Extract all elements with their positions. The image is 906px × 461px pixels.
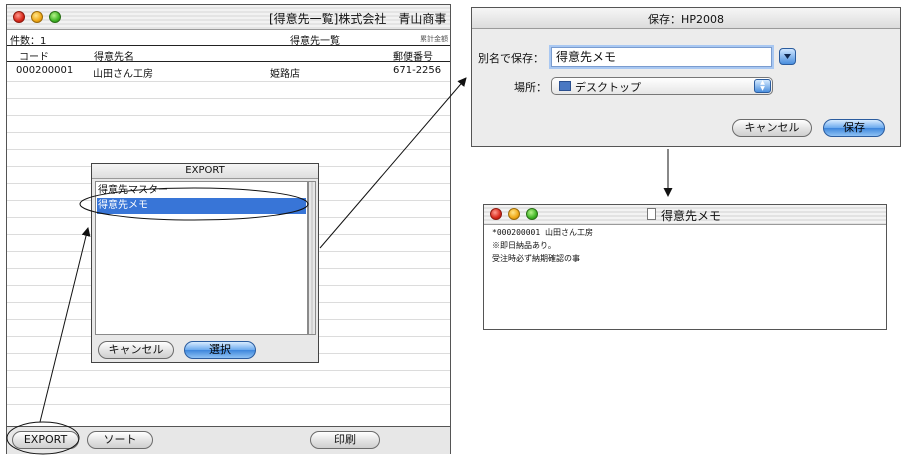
cancel-button[interactable]: キャンセル — [98, 341, 174, 359]
window-title: [得意先一覧]株式会社 青山商事 — [269, 12, 447, 26]
location-popup[interactable]: デスクトップ ▲ ▼ — [551, 77, 773, 95]
save-dialog: 保存：HP2008 別名で保存： 得意先メモ 場所： デスクトップ ▲ ▼ キャン… — [471, 7, 901, 147]
save-cancel-button[interactable]: キャンセル — [732, 119, 812, 137]
export-dialog-title: EXPORT — [92, 164, 318, 179]
memo-line: 受注時必ず納期確認の事 — [492, 254, 580, 263]
minimize-icon[interactable] — [508, 208, 520, 220]
close-icon[interactable] — [13, 11, 25, 23]
print-button[interactable]: 印刷 — [310, 431, 380, 449]
memo-line: ※即日納品あり。 — [492, 241, 556, 250]
zoom-icon[interactable] — [526, 208, 538, 220]
save-button[interactable]: 保存 — [823, 119, 885, 137]
close-icon[interactable] — [490, 208, 502, 220]
select-button[interactable]: 選択 — [184, 341, 256, 359]
main-titlebar[interactable]: [得意先一覧]株式会社 青山商事 — [7, 5, 450, 30]
row-name: 山田さん工房 — [93, 69, 153, 80]
memo-window: 得意先メモ *000200001 山田さん工房 ※即日納品あり。 受注時必ず納期… — [483, 204, 887, 330]
expand-button[interactable] — [779, 48, 796, 65]
bottom-button-bar: EXPORT ソート 印刷 — [7, 426, 450, 454]
memo-line: *000200001 山田さん工房 — [492, 228, 593, 237]
memo-titlebar[interactable]: 得意先メモ — [484, 205, 886, 225]
export-list-scrollbar[interactable] — [308, 181, 316, 335]
document-icon — [647, 208, 656, 220]
export-list[interactable]: 得意先マスター 得意先メモ — [95, 181, 308, 335]
row-code: 000200001 — [16, 65, 74, 76]
table-row[interactable]: 000200001 山田さん工房 姫路店 671-2256 — [7, 63, 450, 80]
list-item-memo-selected[interactable]: 得意先メモ — [97, 198, 306, 214]
save-dialog-titlebar: 保存：HP2008 — [472, 8, 900, 29]
corner-label: 累計金額 — [420, 35, 448, 43]
location-label: 場所： — [514, 81, 547, 94]
sort-button[interactable]: ソート — [87, 431, 153, 449]
list-item-master[interactable]: 得意先マスター — [98, 183, 305, 198]
export-dialog: EXPORT 得意先マスター 得意先メモ キャンセル 選択 — [91, 163, 319, 363]
save-dialog-title: 保存：HP2008 — [648, 13, 724, 26]
zoom-icon[interactable] — [49, 11, 61, 23]
memo-title: 得意先メモ — [661, 209, 722, 223]
row-branch: 姫路店 — [270, 69, 300, 80]
updown-arrows-icon: ▲ ▼ — [754, 79, 771, 93]
export-button[interactable]: EXPORT — [12, 431, 79, 449]
location-value: デスクトップ — [575, 81, 641, 94]
save-as-label: 別名で保存： — [478, 52, 544, 65]
desktop-icon — [559, 81, 571, 91]
minimize-icon[interactable] — [31, 11, 43, 23]
row-zip: 671-2256 — [393, 65, 442, 76]
triangle-down-icon — [784, 54, 791, 59]
save-as-input[interactable]: 得意先メモ — [551, 47, 772, 67]
